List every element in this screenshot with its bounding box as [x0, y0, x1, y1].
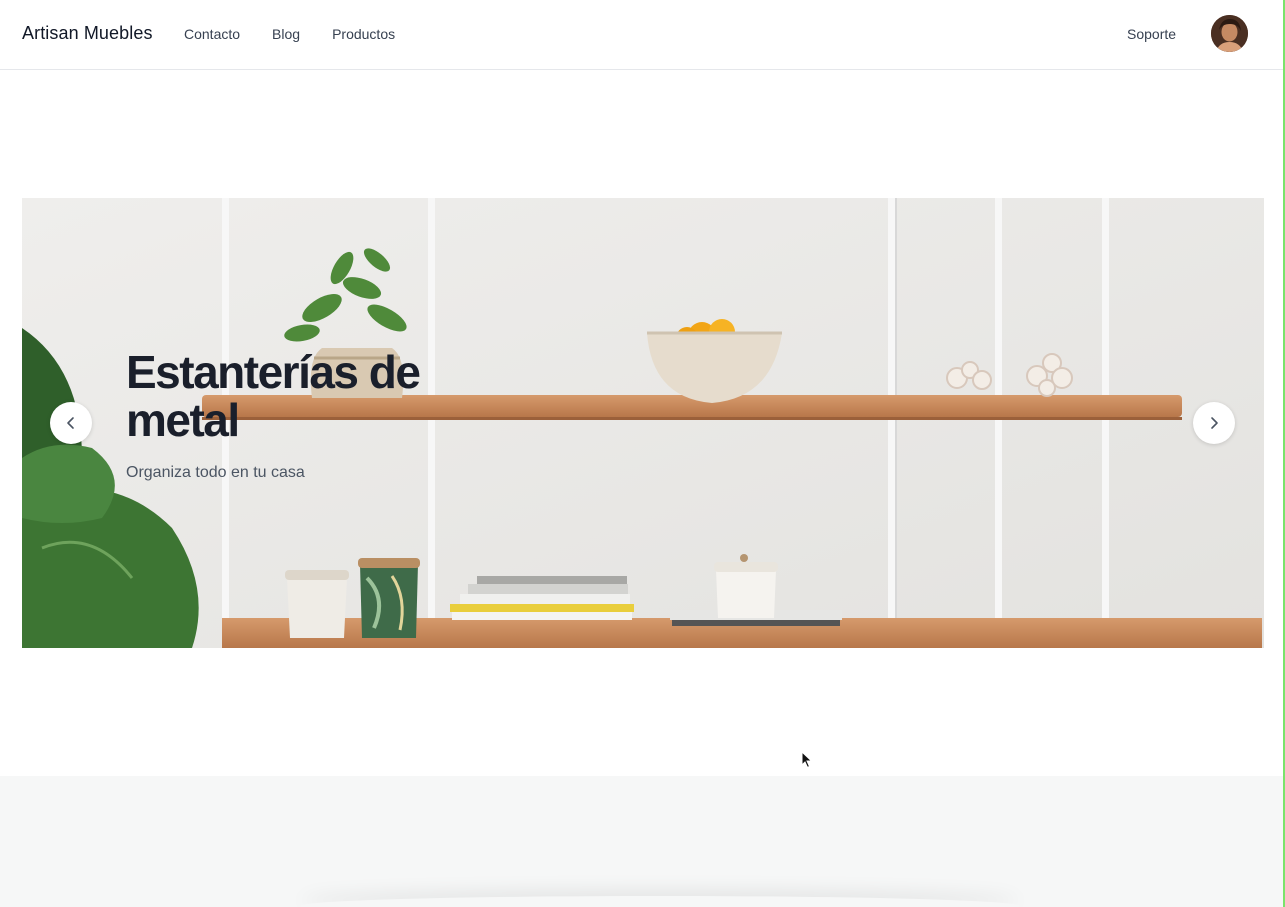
chevron-left-icon [67, 417, 74, 429]
top-navbar: Artisan Muebles Contacto Blog Productos … [0, 0, 1285, 70]
support-link[interactable]: Soporte [1127, 26, 1176, 42]
brand-logo[interactable]: Artisan Muebles [22, 23, 153, 44]
nav-link-blog[interactable]: Blog [272, 26, 300, 42]
nav-link-productos[interactable]: Productos [332, 26, 395, 42]
user-avatar-icon [1211, 15, 1248, 52]
avatar[interactable] [1211, 15, 1248, 52]
page: Artisan Muebles Contacto Blog Productos … [0, 0, 1285, 907]
hero-title: Estanterías de metal [126, 346, 421, 446]
main-nav: Contacto Blog Productos [184, 26, 395, 42]
mouse-cursor-icon [801, 751, 813, 769]
hero-carousel: Estanterías de metal Organiza todo en tu… [22, 198, 1264, 648]
card-shadow [300, 896, 1020, 907]
hero-subtitle: Organiza todo en tu casa [126, 464, 305, 481]
lower-section [0, 776, 1285, 907]
nav-link-contacto[interactable]: Contacto [184, 26, 240, 42]
chevron-right-icon [1211, 417, 1218, 429]
carousel-next-button[interactable] [1193, 402, 1235, 444]
hero-text: Estanterías de metal Organiza todo en tu… [126, 348, 486, 482]
carousel-prev-button[interactable] [50, 402, 92, 444]
